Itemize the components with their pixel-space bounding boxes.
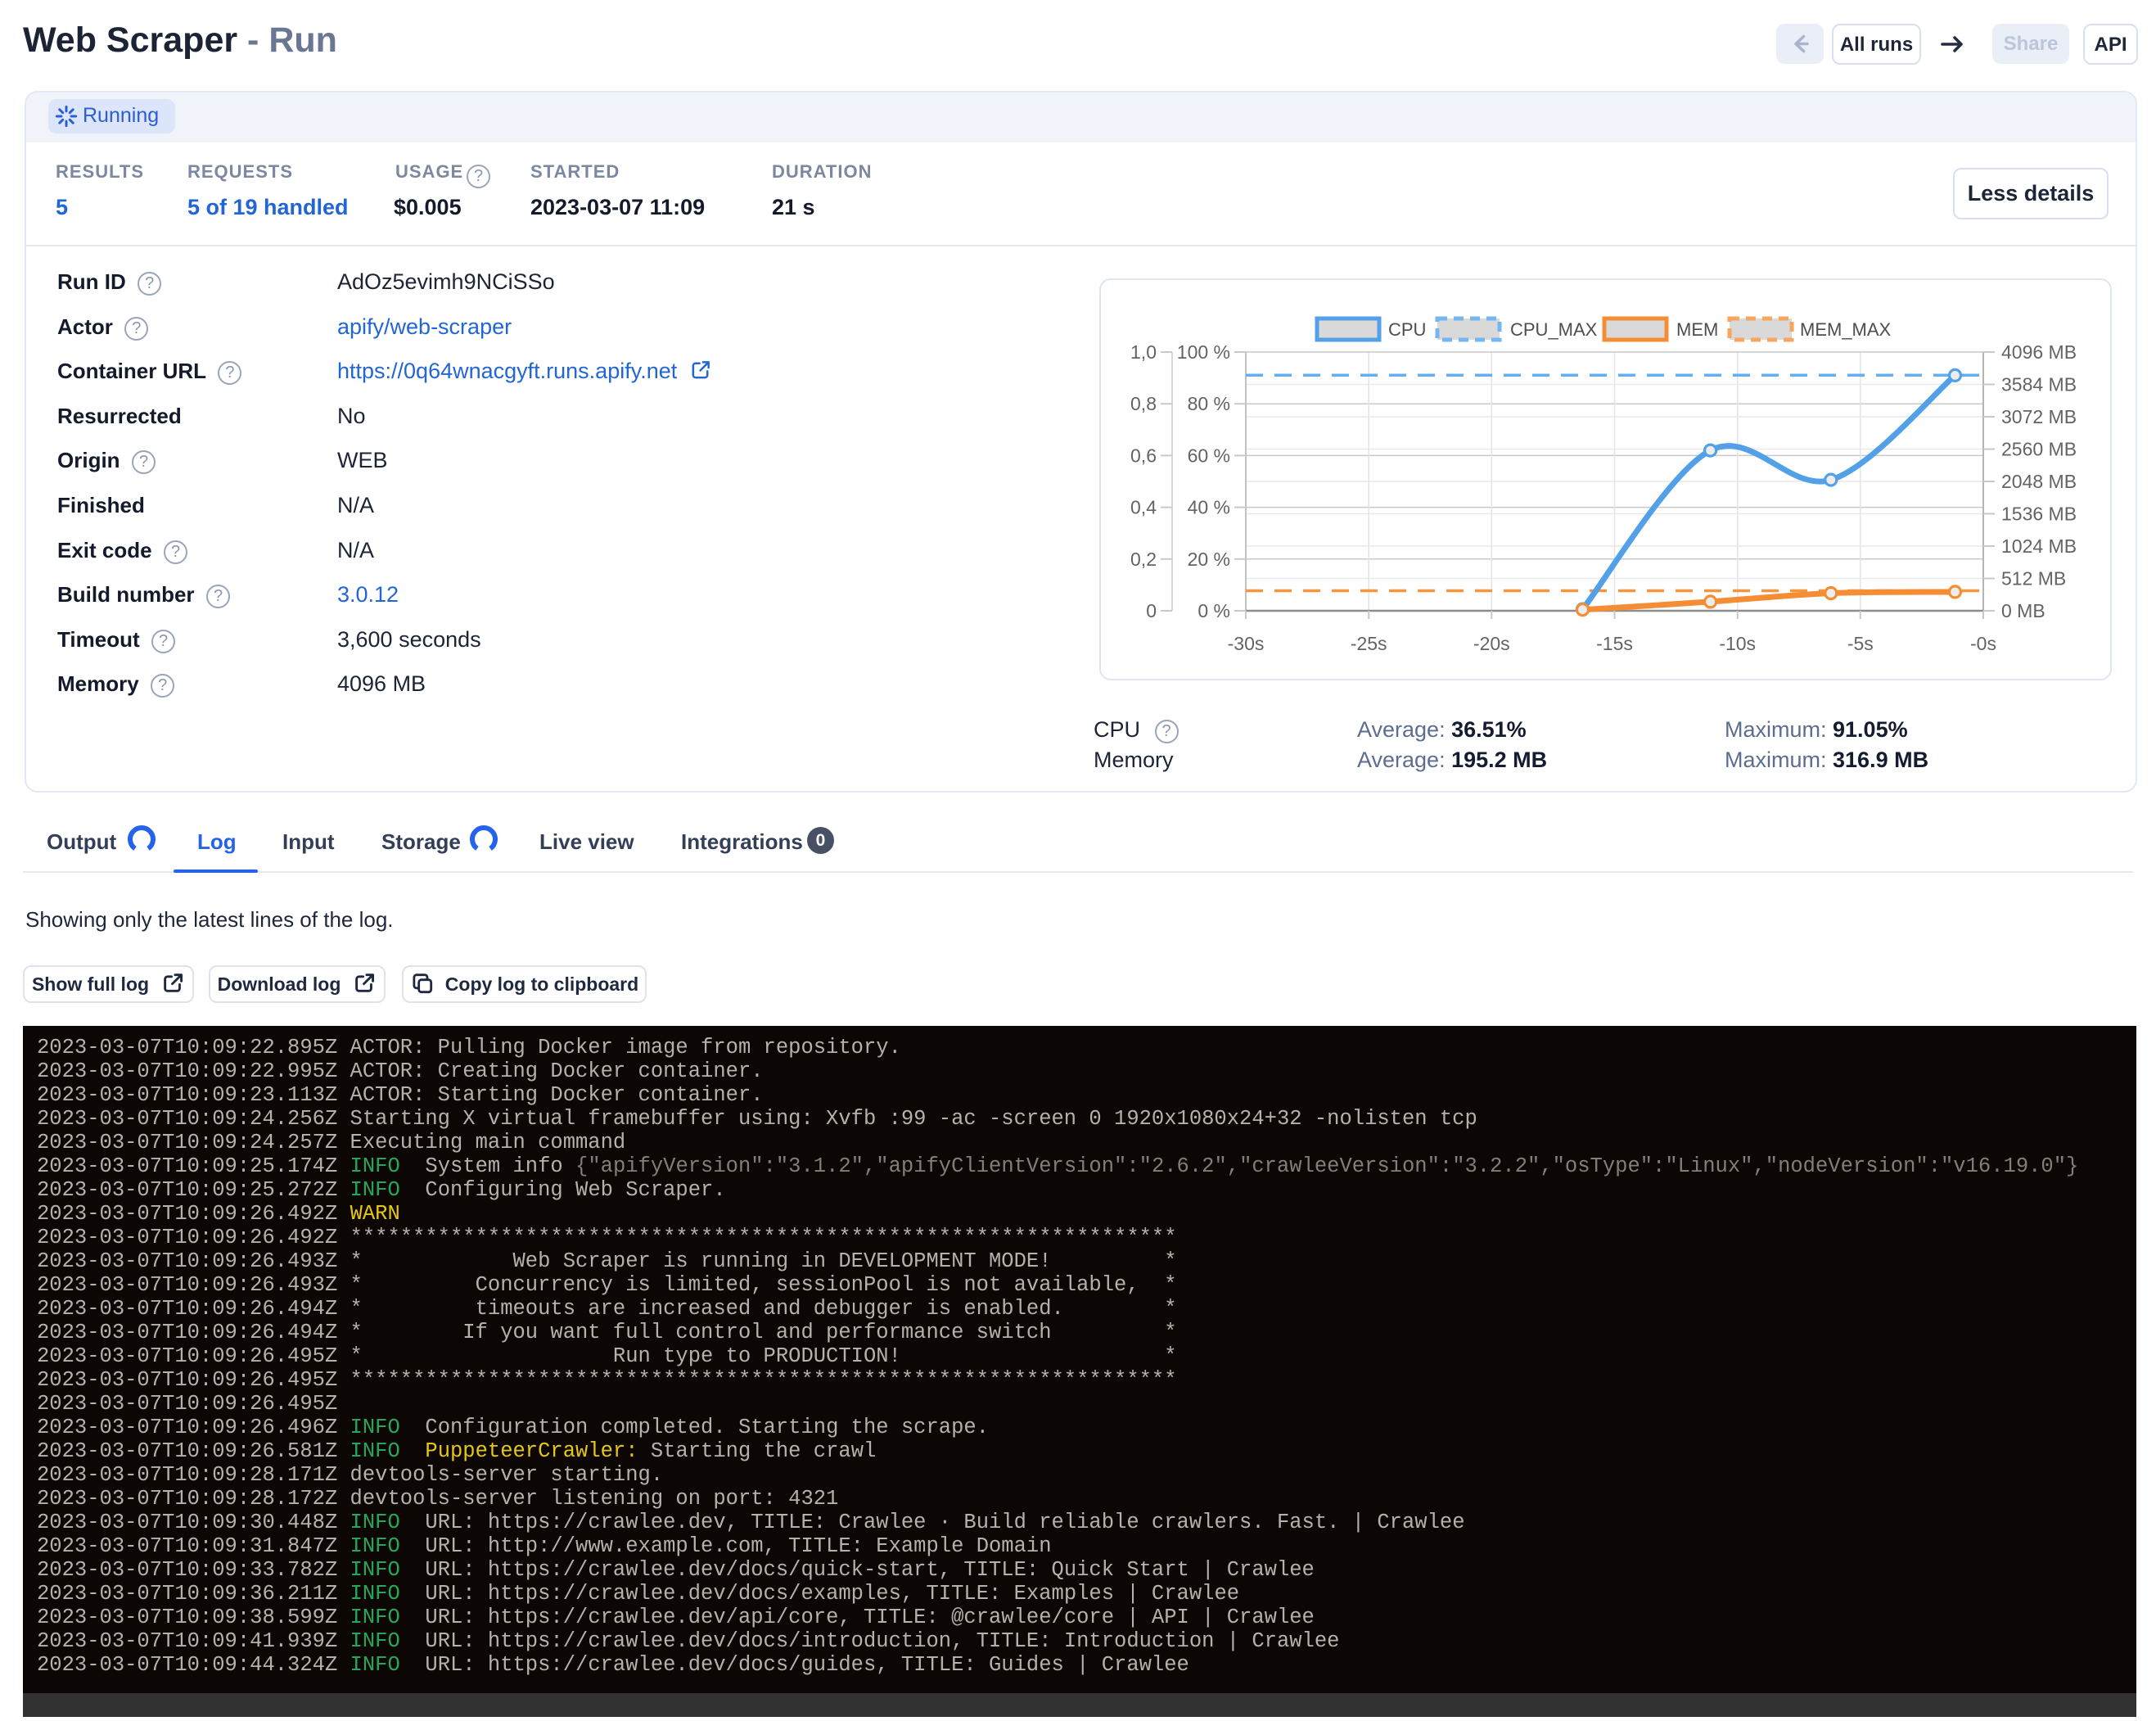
svg-text:1536 MB: 1536 MB [2001, 504, 2077, 525]
svg-text:2560 MB: 2560 MB [2001, 439, 2077, 460]
svg-text:3072 MB: 3072 MB [2001, 406, 2077, 427]
svg-text:80 %: 80 % [1188, 393, 1230, 414]
svg-text:-15s: -15s [1596, 633, 1633, 654]
svg-text:-0s: -0s [1970, 633, 1996, 654]
svg-text:-10s: -10s [1719, 633, 1756, 654]
svg-text:1,0: 1,0 [1130, 341, 1157, 363]
svg-text:0,8: 0,8 [1130, 393, 1157, 414]
svg-text:CPU_MAX: CPU_MAX [1510, 319, 1598, 340]
svg-text:MEM: MEM [1676, 319, 1718, 340]
svg-text:0: 0 [1146, 600, 1157, 621]
svg-text:20 %: 20 % [1188, 549, 1230, 570]
svg-text:4096 MB: 4096 MB [2001, 341, 2077, 363]
svg-text:0,2: 0,2 [1130, 549, 1157, 570]
svg-text:60 %: 60 % [1188, 445, 1230, 466]
svg-text:3584 MB: 3584 MB [2001, 374, 2077, 395]
svg-text:1024 MB: 1024 MB [2001, 535, 2077, 557]
svg-text:-30s: -30s [1228, 633, 1265, 654]
svg-text:2048 MB: 2048 MB [2001, 471, 2077, 492]
svg-text:100 %: 100 % [1177, 341, 1230, 363]
svg-text:0,4: 0,4 [1130, 497, 1157, 518]
svg-text:0 %: 0 % [1198, 600, 1230, 621]
svg-text:-25s: -25s [1351, 633, 1387, 654]
svg-text:40 %: 40 % [1188, 497, 1230, 518]
svg-text:MEM_MAX: MEM_MAX [1800, 319, 1892, 340]
svg-text:0 MB: 0 MB [2001, 600, 2045, 621]
svg-text:CPU: CPU [1388, 319, 1426, 340]
svg-text:-20s: -20s [1473, 633, 1510, 654]
svg-text:-5s: -5s [1847, 633, 1874, 654]
svg-text:512 MB: 512 MB [2001, 568, 2066, 589]
svg-text:0,6: 0,6 [1130, 445, 1157, 466]
